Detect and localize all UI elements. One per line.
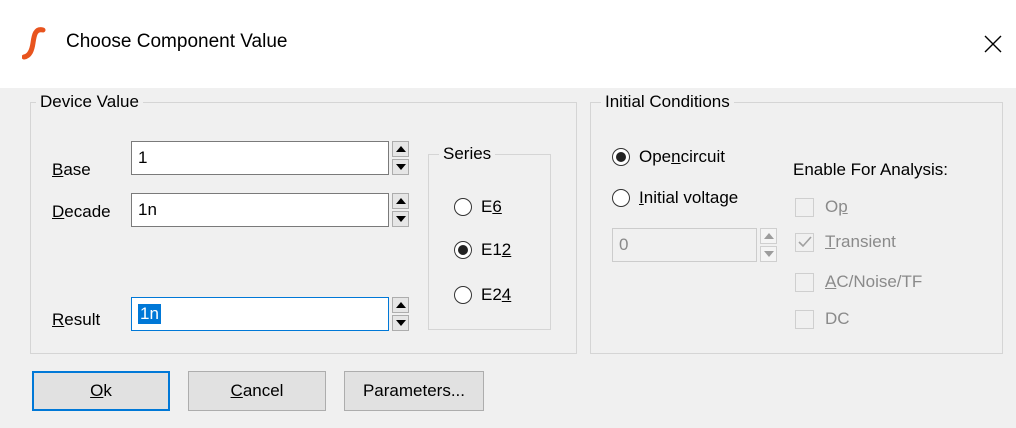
device-value-group-label: Device Value <box>36 92 143 112</box>
arrow-up-icon <box>395 146 406 152</box>
radio-circle-icon <box>612 189 630 207</box>
result-input[interactable]: 1n <box>131 297 389 331</box>
close-button[interactable] <box>970 22 1016 66</box>
arrow-up-icon <box>395 198 406 204</box>
arrow-down-icon <box>395 216 406 222</box>
analysis-dc-checkbox[interactable]: DC <box>795 309 850 329</box>
voltage-spin-down-button[interactable] <box>760 246 777 262</box>
cancel-button[interactable]: Cancel <box>188 371 326 411</box>
series-radio-e6[interactable]: E6 <box>454 197 502 217</box>
decade-spin-down-button[interactable] <box>392 211 409 227</box>
base-spin-up-button[interactable] <box>392 141 409 157</box>
initial-conditions-group-label: Initial Conditions <box>601 92 734 112</box>
decade-spin-up-button[interactable] <box>392 193 409 209</box>
arrow-up-icon <box>395 302 406 308</box>
analysis-ac-noise-tf-checkbox[interactable]: A C/Noise/TF <box>795 272 922 292</box>
ok-button[interactable]: Ok <box>32 371 170 411</box>
decade-spinner[interactable] <box>392 193 410 227</box>
result-label: Result <box>52 310 101 329</box>
checkbox-icon <box>795 272 814 292</box>
analysis-op-checkbox[interactable]: Op <box>795 197 848 217</box>
initial-voltage-radio[interactable]: Initial voltage <box>612 188 738 208</box>
arrow-down-icon <box>763 251 774 257</box>
parameters-button[interactable]: Parameters... <box>344 371 484 411</box>
arrow-down-icon <box>395 164 406 170</box>
result-spin-up-button[interactable] <box>392 297 409 313</box>
radio-circle-icon <box>454 286 472 304</box>
voltage-spin-up-button[interactable] <box>760 228 777 244</box>
initial-voltage-input[interactable] <box>612 228 757 262</box>
checkbox-icon <box>795 309 814 329</box>
checkbox-icon <box>795 197 814 217</box>
base-spin-down-button[interactable] <box>392 159 409 175</box>
radio-circle-icon <box>454 198 472 216</box>
radio-selected-icon <box>612 148 630 166</box>
initial-voltage-spinner[interactable] <box>760 228 778 262</box>
base-spinner[interactable] <box>392 141 410 175</box>
series-radio-e24[interactable]: E2 4 <box>454 285 511 305</box>
open-circuit-radio[interactable]: Ope n circuit <box>612 147 725 167</box>
close-icon <box>984 35 1002 53</box>
simetrix-logo-icon <box>22 27 46 60</box>
result-selected-text: 1n <box>138 304 161 324</box>
checkmark-icon <box>795 232 814 252</box>
result-spinner[interactable] <box>392 297 410 331</box>
arrow-up-icon <box>763 233 774 239</box>
window-title: Choose Component Value <box>66 31 288 52</box>
radio-selected-icon <box>454 241 472 259</box>
decade-label: Decade <box>52 202 111 221</box>
enable-for-analysis-label: Enable For Analysis: <box>793 160 948 179</box>
analysis-transient-checkbox[interactable]: Transient <box>795 232 896 252</box>
decade-input[interactable] <box>131 193 389 227</box>
base-input[interactable] <box>131 141 389 175</box>
series-group-label: Series <box>439 144 496 164</box>
base-label: Base <box>52 160 91 179</box>
series-radio-e12[interactable]: E1 2 <box>454 240 511 260</box>
result-spin-down-button[interactable] <box>392 315 409 331</box>
arrow-down-icon <box>395 320 406 326</box>
